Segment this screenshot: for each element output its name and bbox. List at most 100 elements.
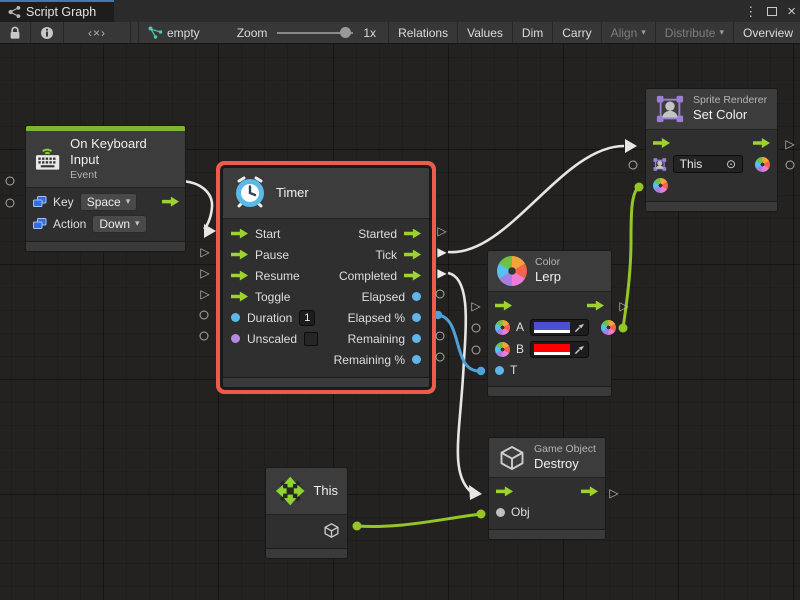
- game-object-out-port[interactable]: [323, 522, 340, 539]
- relations-button[interactable]: Relations: [389, 22, 458, 43]
- carry-button[interactable]: Carry: [553, 22, 601, 43]
- node-this[interactable]: This: [265, 467, 348, 559]
- timer-pause-port[interactable]: [231, 250, 248, 260]
- color-a-swatch[interactable]: [534, 322, 570, 333]
- timer-duration-external-port[interactable]: [200, 311, 209, 320]
- color-port-icon[interactable]: [495, 342, 510, 357]
- color-b-swatch[interactable]: [534, 344, 570, 355]
- timer-completed-external-port[interactable]: ▶: [437, 267, 446, 279]
- timer-toggle-port[interactable]: [231, 292, 248, 302]
- node-on-keyboard-input[interactable]: On Keyboard Input Event Key Space ▾: [25, 125, 186, 252]
- graph-reference[interactable]: empty: [139, 22, 209, 43]
- lerp-result-port[interactable]: [601, 320, 616, 335]
- enum-icon: [33, 218, 47, 230]
- timer-started-port[interactable]: [404, 229, 421, 239]
- unscaled-checkbox[interactable]: [304, 332, 318, 346]
- lerp-flow-in-port[interactable]: [495, 301, 512, 311]
- timer-tick-external-port[interactable]: ▶: [437, 246, 446, 258]
- key-dropdown[interactable]: Space ▾: [80, 193, 138, 211]
- timer-completed-port[interactable]: [404, 271, 421, 281]
- timer-elapsed-port[interactable]: [412, 292, 421, 301]
- color-a-field[interactable]: [530, 319, 589, 336]
- lerp-t-port[interactable]: [495, 366, 504, 375]
- node-title: Set Color: [693, 107, 767, 123]
- action-dropdown[interactable]: Down ▾: [92, 215, 146, 233]
- destroy-flow-out-port[interactable]: [581, 486, 598, 496]
- setcolor-flow-out-port[interactable]: [753, 138, 770, 148]
- timer-resume-port[interactable]: [231, 271, 248, 281]
- setcolor-target-external-port[interactable]: [629, 161, 638, 170]
- wire-arrowhead: [204, 224, 216, 238]
- wire-endpoint: [353, 522, 362, 531]
- timer-unscaled-external-port[interactable]: [200, 332, 209, 341]
- duration-value-field[interactable]: 1: [299, 310, 315, 326]
- eyedropper-icon[interactable]: [574, 322, 585, 333]
- lerp-b-external-port[interactable]: [472, 346, 481, 355]
- lerp-a-external-port[interactable]: [472, 324, 481, 333]
- lerp-flow-in-external-port[interactable]: ▷: [471, 300, 480, 312]
- eyedropper-icon[interactable]: [574, 344, 585, 355]
- lerp-flow-out-port[interactable]: [587, 301, 604, 311]
- distribute-button[interactable]: Distribute ▾: [656, 22, 734, 43]
- node-set-color[interactable]: Sprite Renderer Set Color This ⊙: [645, 88, 778, 212]
- timer-toggle-external-port[interactable]: ▷: [200, 288, 209, 300]
- destroy-obj-port[interactable]: [496, 508, 505, 517]
- destroy-flow-out-external-port[interactable]: ▷: [609, 487, 618, 499]
- toolbar-spacer: [131, 22, 139, 43]
- color-port-icon[interactable]: [495, 320, 510, 335]
- destroy-flow-in-port[interactable]: [496, 486, 513, 496]
- color-b-field[interactable]: [530, 341, 589, 358]
- timer-pause-external-port[interactable]: ▷: [200, 246, 209, 258]
- wire-endpoint: [619, 324, 628, 333]
- overview-button[interactable]: Overview: [734, 22, 800, 43]
- zoom-control: Zoom 1x: [209, 22, 385, 43]
- dim-button[interactable]: Dim: [513, 22, 553, 43]
- zoom-slider-knob[interactable]: [340, 27, 351, 38]
- info-button[interactable]: [31, 22, 64, 43]
- timer-start-port[interactable]: [231, 229, 248, 239]
- timer-duration-port[interactable]: [231, 313, 240, 322]
- timer-resume-external-port[interactable]: ▷: [200, 267, 209, 279]
- lerp-flow-out-external-port[interactable]: ▷: [619, 300, 628, 312]
- setcolor-color-in-port[interactable]: [653, 178, 668, 193]
- timer-tick-port[interactable]: [404, 250, 421, 260]
- window-menu-icon[interactable]: ⋮: [744, 5, 757, 18]
- sprite-renderer-icon: [653, 157, 667, 172]
- window-maximize-icon[interactable]: [767, 7, 777, 16]
- code-view-button[interactable]: ‹×›: [64, 22, 131, 43]
- tab-script-graph[interactable]: Script Graph: [0, 0, 114, 22]
- timer-remaining-pct-port[interactable]: [412, 355, 421, 364]
- timer-elapsed-pct-port[interactable]: [412, 313, 421, 322]
- setcolor-result-port[interactable]: [755, 157, 770, 172]
- timer-remaining-port[interactable]: [412, 334, 421, 343]
- chevron-down-icon: ▾: [126, 196, 131, 207]
- lock-button[interactable]: [0, 22, 31, 43]
- node-color-lerp[interactable]: Color Lerp A: [487, 250, 612, 397]
- keyboard-action-external-port[interactable]: [6, 199, 15, 208]
- timer-remaining-pct-external-port[interactable]: [436, 353, 445, 362]
- timer-elapsed-external-port[interactable]: [436, 290, 445, 299]
- align-button[interactable]: Align ▾: [602, 22, 656, 43]
- setcolor-result-external-port[interactable]: [786, 161, 795, 170]
- setcolor-flow-in-port[interactable]: [653, 138, 670, 148]
- graph-canvas[interactable]: On Keyboard Input Event Key Space ▾: [0, 44, 800, 600]
- timer-remaining-external-port[interactable]: [436, 332, 445, 341]
- timer-unscaled-port[interactable]: [231, 334, 240, 343]
- object-picker-icon[interactable]: ⊙: [726, 157, 736, 171]
- wire-endpoint: [477, 367, 485, 375]
- node-footer: [646, 201, 777, 211]
- keyboard-key-external-port[interactable]: [6, 177, 15, 186]
- color-wheel-icon: [497, 256, 527, 286]
- node-timer[interactable]: Timer Start Started Pause Tick Resume Co…: [222, 167, 430, 388]
- values-button[interactable]: Values: [458, 22, 513, 43]
- window-close-icon[interactable]: ×: [787, 4, 796, 19]
- window-titlebar: Script Graph ⋮ ×: [0, 0, 800, 22]
- timer-started-external-port[interactable]: ▷: [437, 225, 446, 237]
- setcolor-flow-out-external-port[interactable]: ▷: [785, 138, 794, 150]
- graph-ref-label: empty: [167, 26, 200, 40]
- node-destroy[interactable]: Game Object Destroy Obj: [488, 437, 606, 540]
- target-object-field[interactable]: This ⊙: [673, 155, 743, 173]
- zoom-slider[interactable]: [277, 32, 353, 34]
- keyboard-flow-out-port[interactable]: [162, 197, 179, 207]
- node-title: Timer: [276, 185, 309, 201]
